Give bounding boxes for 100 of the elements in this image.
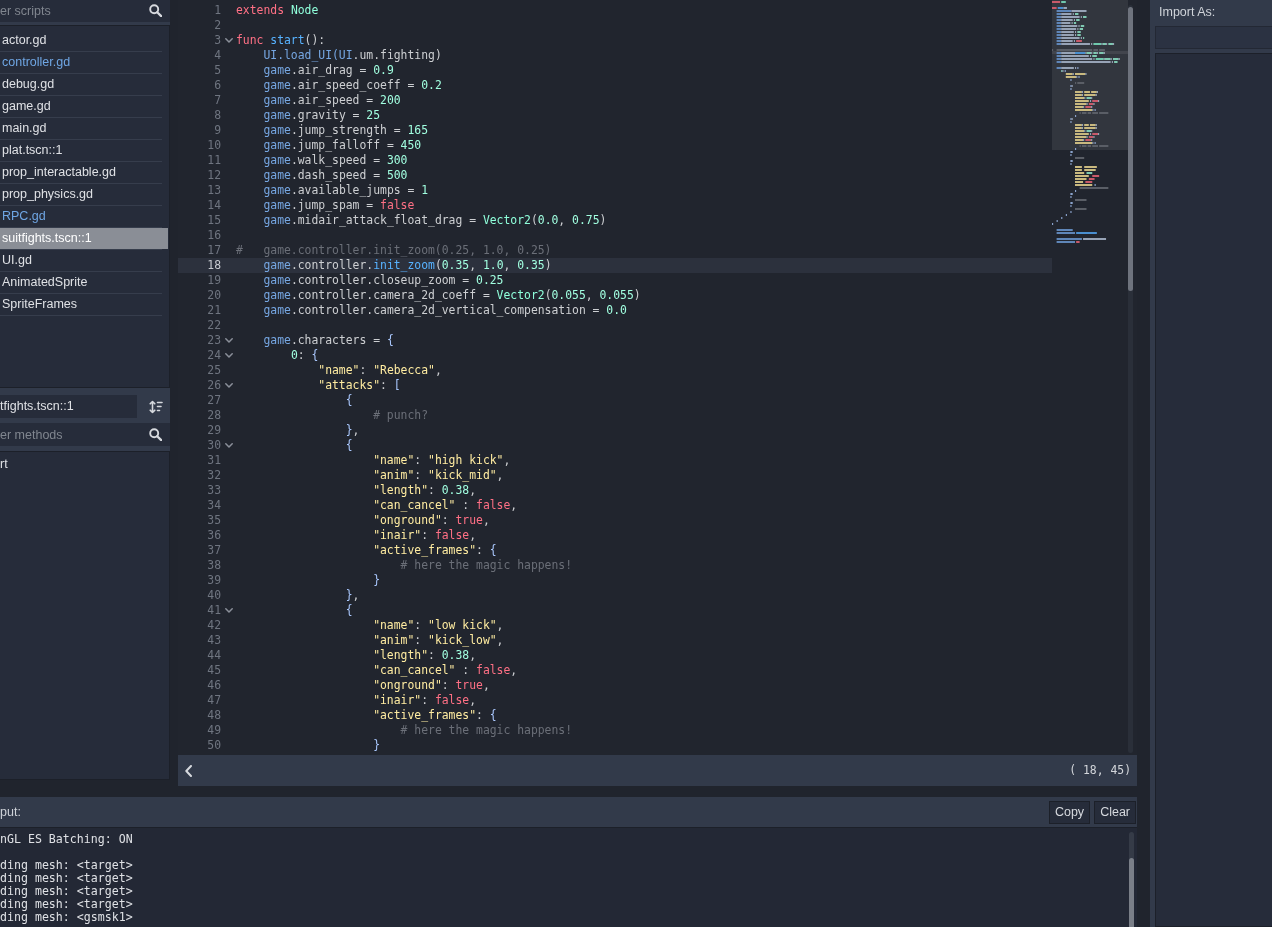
line-number: 29 [207, 423, 221, 438]
code-line: # here the magic happens! [400, 558, 573, 573]
code-line: game.available_jumps = 1 [263, 183, 429, 198]
code-line: "length": 0.38, [373, 483, 477, 498]
line-number: 49 [207, 723, 221, 738]
code-line: game.jump_spam = false [263, 198, 415, 213]
code-line: # here the magic happens! [400, 723, 573, 738]
line-number: 3 [214, 33, 221, 48]
chevron-left-icon[interactable] [185, 764, 192, 777]
line-number: 44 [207, 648, 221, 663]
code-line: game.controller.init_zoom(0.35, 1.0, 0.35) [263, 258, 552, 273]
code-line: "can_cancel" : false, [373, 663, 518, 678]
code-line: "anim": "kick_low", [373, 633, 504, 648]
code-line: "active_frames": { [373, 543, 497, 558]
code-line: game.dash_speed = 500 [263, 168, 408, 183]
line-number: 21 [207, 303, 221, 318]
log-line: ding mesh: <target> [0, 885, 133, 898]
line-number: 16 [207, 228, 221, 243]
code-line: game.controller.camera_2d_coeff = Vector2(0.055, 0.055) [263, 288, 641, 303]
line-number: 2 [214, 18, 221, 33]
line-number: 38 [207, 558, 221, 573]
filter-methods-field[interactable]: er methods [0, 423, 170, 446]
copy-button[interactable]: Copy [1048, 800, 1091, 824]
script-list-item[interactable]: actor.gd [0, 30, 168, 51]
code-line: game.air_speed_coeff = 0.2 [263, 78, 442, 93]
code-line: game.characters = { [263, 333, 394, 348]
line-number: 11 [207, 153, 221, 168]
code-line: { [345, 438, 353, 453]
search-icon[interactable] [149, 4, 162, 17]
code-line: game.air_drag = 0.9 [263, 63, 394, 78]
script-list-item[interactable]: controller.gd [0, 52, 168, 73]
fold-chevron-icon[interactable] [224, 608, 233, 613]
clear-button[interactable]: Clear [1094, 800, 1136, 824]
script-list-item[interactable]: plat.tscn::1 [0, 140, 168, 161]
line-number: 15 [207, 213, 221, 228]
line-number: 10 [207, 138, 221, 153]
output-title: put: [0, 803, 21, 821]
method-list-item[interactable]: rt [0, 454, 8, 474]
script-list-item[interactable]: SpriteFrames [0, 294, 168, 315]
script-list-item[interactable]: prop_interactable.gd [0, 162, 168, 183]
line-number: 27 [207, 393, 221, 408]
script-list-item[interactable]: debug.gd [0, 74, 168, 95]
line-number: 32 [207, 468, 221, 483]
line-number: 39 [207, 573, 221, 588]
scrollbar-thumb[interactable] [1128, 7, 1133, 291]
code-line: "inair": false, [373, 528, 477, 543]
code-line: game.controller.closeup_zoom = 0.25 [263, 273, 504, 288]
code-line: { [345, 603, 353, 618]
code-line: }, [345, 588, 360, 603]
script-list-item[interactable]: AnimatedSprite [0, 272, 168, 293]
line-number: 7 [214, 93, 221, 108]
line-number: 5 [214, 63, 221, 78]
code-line: game.walk_speed = 300 [263, 153, 408, 168]
code-line: "name": "low kick", [373, 618, 504, 633]
code-line: }, [345, 423, 360, 438]
code-line: } [373, 573, 380, 588]
line-number: 9 [214, 123, 221, 138]
code-line: func start(): [236, 33, 326, 48]
line-number: 8 [214, 108, 221, 123]
script-list-item[interactable]: prop_physics.gd [0, 184, 168, 205]
fold-chevron-icon[interactable] [224, 38, 233, 43]
line-number: 47 [207, 693, 221, 708]
fold-chevron-icon[interactable] [224, 353, 233, 358]
scrollbar-thumb[interactable] [1129, 858, 1134, 927]
code-line: game.air_speed = 200 [263, 93, 401, 108]
line-number: 20 [207, 288, 221, 303]
line-number: 48 [207, 708, 221, 723]
script-list-item[interactable]: RPC.gd [0, 206, 168, 227]
line-number: 24 [207, 348, 221, 363]
script-list-item[interactable]: UI.gd [0, 250, 168, 271]
line-number: 46 [207, 678, 221, 693]
code-line: "onground": true, [373, 513, 490, 528]
fold-chevron-icon[interactable] [224, 443, 233, 448]
log-line: ding mesh: <gsmsk1> [0, 911, 133, 924]
line-number: 37 [207, 543, 221, 558]
fold-chevron-icon[interactable] [224, 338, 233, 343]
line-number: 35 [207, 513, 221, 528]
log-line: ding mesh: <target> [0, 872, 133, 885]
code-line: "anim": "kick_mid", [373, 468, 504, 483]
script-list-item[interactable]: game.gd [0, 96, 168, 117]
current-script-field[interactable]: tfights.tscn::1 [0, 395, 137, 418]
line-number: 12 [207, 168, 221, 183]
line-number: 41 [207, 603, 221, 618]
code-line: "attacks": [ [318, 378, 401, 393]
line-number: 14 [207, 198, 221, 213]
code-line: "inair": false, [373, 693, 477, 708]
code-line: game.jump_strength = 165 [263, 123, 429, 138]
line-number: 36 [207, 528, 221, 543]
line-number: 22 [207, 318, 221, 333]
line-number: 34 [207, 498, 221, 513]
filter-scripts-field[interactable]: er scripts [0, 0, 170, 22]
code-line: 0: { [290, 348, 319, 363]
import-as-label: Import As: [1159, 3, 1216, 21]
log-line: nGL ES Batching: ON [0, 833, 133, 846]
line-number: 43 [207, 633, 221, 648]
code-line: game.gravity = 25 [263, 108, 381, 123]
search-icon[interactable] [149, 428, 162, 441]
sort-icon[interactable] [149, 399, 163, 414]
script-list-item[interactable]: main.gd [0, 118, 168, 139]
fold-chevron-icon[interactable] [224, 383, 233, 388]
